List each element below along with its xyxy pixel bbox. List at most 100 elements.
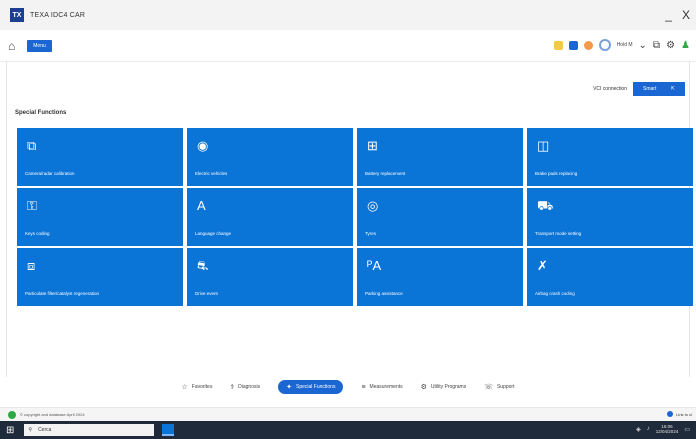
- external-link-icon[interactable]: ⧉: [653, 40, 660, 51]
- tab-utility-programs[interactable]: ⚙ Utility Programs: [421, 383, 467, 391]
- smart-button[interactable]: Smart ⇱: [633, 82, 685, 96]
- info-icon: [667, 411, 674, 417]
- date-text: 12/04/2024: [655, 429, 679, 434]
- tile-label: Parking assistance: [365, 291, 403, 296]
- menu-button[interactable]: Menu: [27, 39, 52, 52]
- tile-label: Airbag crash coding: [535, 291, 575, 296]
- tile-label: Camera/radar calibration: [25, 171, 75, 176]
- tab-label: Measurements: [369, 384, 403, 390]
- star-icon: ☆: [181, 384, 188, 391]
- tile-camera-radar-calibration[interactable]: ⧉ Camera/radar calibration: [17, 128, 183, 186]
- app-logo: TX: [10, 8, 24, 22]
- tile-electric-vehicles[interactable]: ◉ Electric vehicles: [187, 128, 353, 186]
- network-icon[interactable]: ◈: [636, 426, 641, 433]
- window-controls: _ X: [665, 8, 690, 22]
- tile-label: Keys coding: [25, 231, 50, 236]
- tile-brake-pads-replacing[interactable]: ◫ Brake pads replacing: [527, 128, 693, 186]
- windows-start-icon[interactable]: ⊞: [6, 425, 14, 436]
- special-functions-icon: ✦: [286, 384, 292, 391]
- support-icon: ☏: [484, 384, 493, 391]
- tile-transport-mode-setting[interactable]: ⛟ Transport mode setting: [527, 188, 693, 246]
- tab-label: Favorites: [191, 384, 213, 390]
- user-name[interactable]: Hold M: [617, 42, 633, 48]
- taskbar-search[interactable]: ⚲ Cerca: [24, 424, 155, 436]
- tile-keys-coding[interactable]: ⚿ Keys coding: [17, 188, 183, 246]
- search-placeholder: Cerca: [38, 427, 52, 433]
- tab-label: Special Functions: [295, 384, 336, 390]
- vci-connection-label: VCI connection: [593, 86, 627, 92]
- tile-label: Particulate filter/catalyst regeneration: [25, 291, 100, 296]
- copyright-text: © copyright and database April 2024: [20, 412, 85, 417]
- tile-drive-event[interactable]: ⛐ Drive event: [187, 248, 353, 306]
- chevron-down-icon[interactable]: ⌄: [639, 40, 647, 51]
- status-right[interactable]: Link to cl: [667, 411, 692, 417]
- search-icon: ⚲: [28, 427, 33, 433]
- app-title: TEXA IDC4 CAR: [30, 11, 86, 19]
- status-bar: © copyright and database April 2024 Link…: [0, 407, 696, 421]
- notification-indicator-icon[interactable]: [553, 40, 563, 50]
- function-tiles-grid: ⧉ Camera/radar calibration ◉ Electric ve…: [17, 128, 693, 306]
- main-content: VCI connection Smart ⇱ Special Functions…: [6, 62, 693, 377]
- utility-icon: ⚙: [420, 384, 427, 391]
- airbag-icon: ✗: [537, 258, 548, 273]
- toolbar: ⌂ Menu Hold M ⌄ ⧉ ⚙ ♟: [0, 30, 696, 62]
- tile-label: Brake pads replacing: [535, 171, 578, 176]
- tab-label: Utility Programs: [430, 384, 467, 390]
- tile-label: Battery replacement: [365, 171, 406, 176]
- clock[interactable]: 16:06 12/04/2024: [656, 424, 679, 434]
- bottom-nav: ☆ Favorites ⚕ Diagnosis ✦ Special Functi…: [0, 377, 696, 397]
- connect-icon: ⇱: [670, 86, 675, 92]
- tab-special-functions[interactable]: ✦ Special Functions: [278, 380, 344, 394]
- truck-icon: ⛟: [537, 198, 554, 213]
- tile-label: Electric vehicles: [195, 171, 228, 176]
- alert-indicator-icon[interactable]: [583, 40, 593, 50]
- tile-label: Tyres: [365, 231, 377, 236]
- home-icon[interactable]: ⌂: [8, 39, 15, 53]
- tile-label: Drive event: [195, 291, 218, 296]
- os-taskbar: ⊞ ⚲ Cerca ◈ ♪ 16:06 12/04/2024 ▭: [0, 421, 696, 439]
- battery-icon: ⊞: [367, 138, 378, 153]
- electric-vehicle-icon: ◉: [197, 138, 209, 153]
- tile-parking-assistance[interactable]: ᴾA Parking assistance: [357, 248, 523, 306]
- tab-measurements[interactable]: ≡ Measurements: [361, 384, 402, 391]
- smart-button-label: Smart: [643, 86, 657, 92]
- close-button[interactable]: X: [682, 8, 690, 22]
- user-avatar[interactable]: [598, 39, 611, 51]
- tile-airbag-crash-coding[interactable]: ✗ Airbag crash coding: [527, 248, 693, 306]
- particulate-filter-icon: ⧈: [27, 258, 36, 273]
- connection-status-icon: [8, 410, 16, 419]
- toolbar-right: Hold M ⌄ ⧉ ⚙ ♟: [553, 39, 690, 51]
- tab-favorites[interactable]: ☆ Favorites: [182, 383, 213, 391]
- title-bar: TX TEXA IDC4 CAR _ X: [0, 0, 696, 30]
- tile-battery-replacement[interactable]: ⊞ Battery replacement: [357, 128, 523, 186]
- gear-icon[interactable]: ⚙: [666, 40, 675, 51]
- tile-label: Language change: [195, 231, 232, 236]
- tile-tyres[interactable]: ◎ Tyres: [357, 188, 523, 246]
- system-tray: ◈ ♪ 16:06 12/04/2024 ▭: [636, 424, 690, 434]
- key-icon: ⚿: [27, 198, 37, 213]
- notifications-icon[interactable]: ▭: [684, 426, 690, 433]
- tile-language-change[interactable]: A Language change: [187, 188, 353, 246]
- tile-label: Transport mode setting: [535, 231, 582, 236]
- parking-icon: ᴾA: [367, 258, 382, 273]
- brake-pads-icon: ◫: [537, 138, 550, 153]
- vci-connection: VCI connection Smart ⇱: [593, 82, 685, 96]
- taskbar-app-idc4[interactable]: [162, 424, 175, 436]
- tab-label: Diagnosis: [238, 384, 261, 390]
- diagnosis-icon: ⚕: [230, 384, 235, 391]
- status-link: Link to cl: [676, 411, 692, 417]
- minimize-button[interactable]: _: [665, 8, 672, 22]
- volume-icon[interactable]: ♪: [647, 426, 650, 432]
- tyre-icon: ◎: [367, 198, 379, 213]
- users-icon[interactable]: ♟: [681, 40, 690, 51]
- car-icon: ⛐: [197, 258, 209, 273]
- tab-diagnosis[interactable]: ⚕ Diagnosis: [230, 383, 260, 391]
- camera-radar-icon: ⧉: [27, 138, 37, 153]
- tab-support[interactable]: ☏ Support: [484, 383, 514, 391]
- language-icon: A: [197, 198, 206, 213]
- section-title: Special Functions: [15, 110, 67, 116]
- measurements-icon: ≡: [361, 383, 366, 391]
- tab-label: Support: [496, 384, 515, 390]
- tile-particulate-filter-regeneration[interactable]: ⧈ Particulate filter/catalyst regenerati…: [17, 248, 183, 306]
- info-indicator-icon[interactable]: [568, 40, 578, 50]
